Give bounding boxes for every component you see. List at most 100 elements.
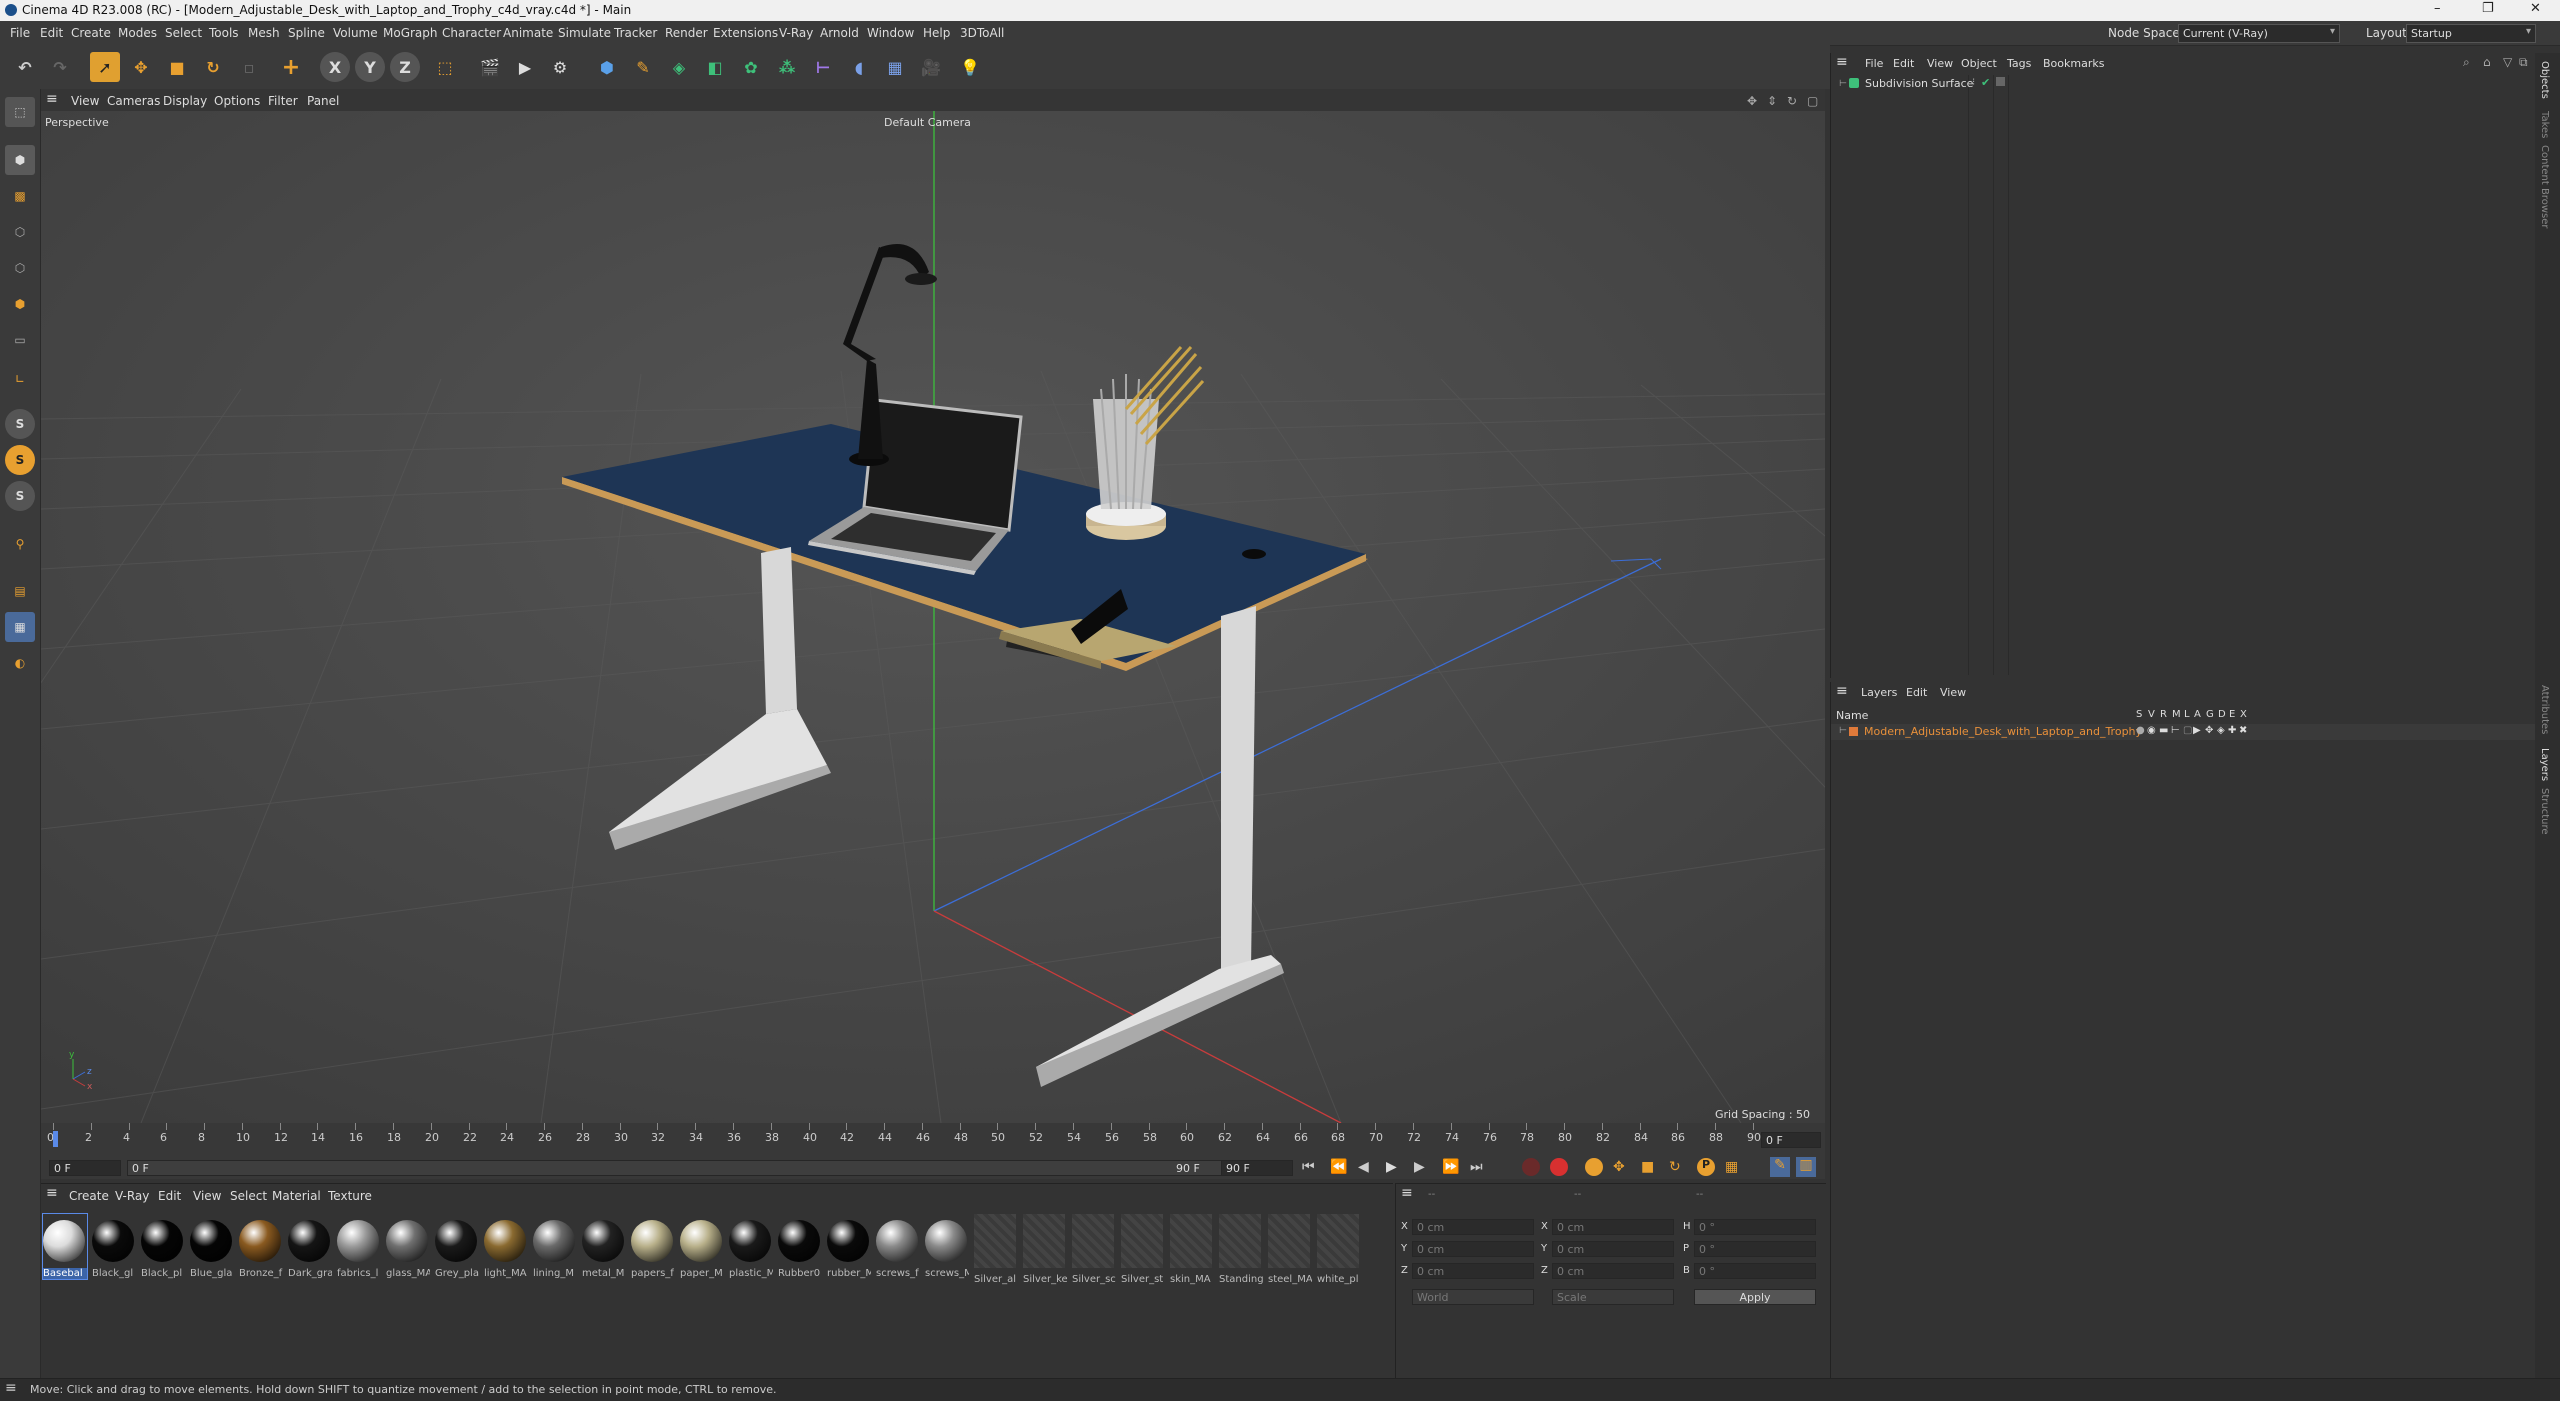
previous-frame-icon[interactable]: ◀ <box>1358 1159 1369 1175</box>
tab-takes[interactable]: Takes <box>2539 111 2550 138</box>
key-position-icon[interactable]: ✥ <box>1613 1159 1625 1175</box>
model-mode-icon[interactable]: ⬢ <box>5 145 35 175</box>
layer-menu-edit[interactable]: Edit <box>1906 686 1927 699</box>
snap-settings-icon[interactable]: S <box>5 445 35 475</box>
select-tool-icon[interactable]: ➚ <box>90 52 120 82</box>
coordinate-system-icon[interactable]: ⬚ <box>430 52 460 82</box>
move-tool-icon[interactable]: ✥ <box>126 52 156 82</box>
mograph-icon[interactable]: ⁂ <box>772 52 802 82</box>
material-swatch[interactable]: lining_M <box>533 1214 577 1279</box>
deformer-icon[interactable]: ⊢ <box>808 52 838 82</box>
menu-modes[interactable]: Modes <box>118 26 157 40</box>
layer-menu-view[interactable]: View <box>1940 686 1966 699</box>
material-swatch[interactable]: Black_pl <box>141 1214 185 1279</box>
material-swatch[interactable]: metal_M <box>582 1214 626 1279</box>
material-swatch[interactable]: light_MA <box>484 1214 528 1279</box>
visible-eye-icon[interactable]: ◉ <box>2147 725 2156 736</box>
tag-icon[interactable] <box>1996 77 2005 86</box>
floor-icon[interactable]: ▦ <box>880 52 910 82</box>
grid-icon[interactable]: ▦ <box>5 612 35 642</box>
uv-mode-icon[interactable]: ▭ <box>5 325 35 355</box>
key-rotation-icon[interactable]: ↻ <box>1669 1159 1681 1175</box>
dolly-icon[interactable]: ⇕ <box>1767 94 1777 108</box>
obj-menu-bookmarks[interactable]: Bookmarks <box>2043 57 2104 70</box>
material-swatch[interactable]: skin_MA <box>1170 1214 1214 1285</box>
viewport-menu-options[interactable]: Options <box>214 94 260 108</box>
material-swatch[interactable]: Grey_pla <box>435 1214 479 1279</box>
editor-visibility-icon[interactable]: ⁝ <box>1972 77 1975 88</box>
light-icon[interactable]: 💡 <box>955 52 985 82</box>
material-swatch[interactable]: plastic_M <box>729 1214 773 1279</box>
redo-icon[interactable]: ↷ <box>45 52 75 82</box>
menu-character[interactable]: Character <box>442 26 501 40</box>
polygons-mode-icon[interactable]: ⬢ <box>5 289 35 319</box>
material-swatch[interactable]: papers_f <box>631 1214 675 1279</box>
field-icon[interactable]: ◖ <box>844 52 874 82</box>
hamburger-icon[interactable]: ≡ <box>5 1380 17 1396</box>
menu-mesh[interactable]: Mesh <box>248 26 280 40</box>
make-editable-icon[interactable]: ⬚ <box>5 97 35 127</box>
material-swatch[interactable]: steel_MA <box>1268 1214 1312 1285</box>
go-to-end-icon[interactable]: ⏭ <box>1470 1159 1483 1175</box>
workplane-snap-icon[interactable]: S <box>5 481 35 511</box>
frame-range-slider[interactable]: 0 F <box>127 1160 1242 1176</box>
size-y-field[interactable]: 0 cm <box>1552 1241 1674 1257</box>
extrude-icon[interactable]: ◧ <box>700 52 730 82</box>
material-swatch[interactable]: Silver_ke <box>1023 1214 1067 1285</box>
axis-y-button[interactable]: Y <box>355 52 385 82</box>
pos-z-field[interactable]: 0 cm <box>1412 1263 1534 1279</box>
record-off-icon[interactable] <box>1522 1158 1540 1176</box>
xref-icon[interactable]: ✖ <box>2239 725 2247 736</box>
material-swatch[interactable]: Bronze_f <box>239 1214 283 1279</box>
close-button[interactable]: ✕ <box>2530 1 2541 16</box>
undo-icon[interactable]: ↶ <box>10 52 40 82</box>
enabled-check-icon[interactable]: ✔ <box>1981 76 1990 89</box>
axis-z-button[interactable]: Z <box>390 52 420 82</box>
current-frame-field[interactable]: 0 F <box>1761 1132 1821 1148</box>
menu-tools[interactable]: Tools <box>209 26 239 40</box>
rot-b-field[interactable]: 0 ° <box>1694 1263 1816 1279</box>
fcurve-icon[interactable]: ▥ <box>1796 1157 1816 1177</box>
scale-dropdown[interactable]: Scale <box>1552 1289 1674 1305</box>
viewport[interactable]: y z x Perspective Default Camera Grid Sp… <box>41 89 1825 1123</box>
hamburger-icon[interactable]: ≡ <box>46 91 58 107</box>
menu-extensions[interactable]: Extensions <box>713 26 778 40</box>
layout-dropdown[interactable]: Startup ▾ <box>2406 24 2536 43</box>
next-frame-icon[interactable]: ▶ <box>1414 1159 1425 1175</box>
nodespace-dropdown[interactable]: Current (V-Ray) ▾ <box>2178 24 2340 43</box>
generators-icon[interactable]: ✥ <box>2205 725 2213 736</box>
size-x-field[interactable]: 0 cm <box>1552 1219 1674 1235</box>
minimize-button[interactable]: – <box>2434 1 2441 16</box>
viewport-menu-cameras[interactable]: Cameras <box>107 94 160 108</box>
menu-simulate[interactable]: Simulate <box>558 26 611 40</box>
material-swatch[interactable]: Dark_gra <box>288 1214 332 1279</box>
texture-mode-icon[interactable]: ▩ <box>5 181 35 211</box>
pos-x-field[interactable]: 0 cm <box>1412 1219 1534 1235</box>
new-window-icon[interactable]: ⧉ <box>2519 55 2528 70</box>
rot-h-field[interactable]: 0 ° <box>1694 1219 1816 1235</box>
tab-structure[interactable]: Structure <box>2539 788 2550 835</box>
playhead[interactable] <box>53 1131 58 1147</box>
menu-mograph[interactable]: MoGraph <box>383 26 438 40</box>
layer-menu-layers[interactable]: Layers <box>1861 686 1897 699</box>
layer-row[interactable]: ⊢ Modern_Adjustable_Desk_with_Laptop_and… <box>1831 724 2536 740</box>
menu-spline[interactable]: Spline <box>288 26 325 40</box>
cloner-icon[interactable]: ✿ <box>736 52 766 82</box>
home-icon[interactable]: ⌂ <box>2483 55 2491 69</box>
obj-menu-tags[interactable]: Tags <box>2007 57 2031 70</box>
menu-window[interactable]: Window <box>867 26 914 40</box>
material-swatch[interactable]: paper_M <box>680 1214 724 1279</box>
workplane-icon[interactable]: ▤ <box>5 576 35 606</box>
material-swatch[interactable]: Silver_sc <box>1072 1214 1116 1285</box>
obj-menu-file[interactable]: File <box>1865 57 1883 70</box>
edges-mode-icon[interactable]: ⬡ <box>5 253 35 283</box>
tab-attributes[interactable]: Attributes <box>2539 685 2550 734</box>
rotate-tool-icon[interactable]: ↻ <box>198 52 228 82</box>
render-icon[interactable]: ▬ <box>2159 725 2168 736</box>
material-swatch[interactable]: rubber_M <box>827 1214 871 1279</box>
hamburger-icon[interactable]: ≡ <box>1401 1185 1413 1201</box>
orbit-icon[interactable]: ↻ <box>1787 94 1797 108</box>
start-frame-field[interactable]: 0 F <box>49 1160 121 1176</box>
material-swatch[interactable]: screws_M <box>925 1214 969 1279</box>
material-swatch[interactable]: Rubber0 <box>778 1214 822 1279</box>
